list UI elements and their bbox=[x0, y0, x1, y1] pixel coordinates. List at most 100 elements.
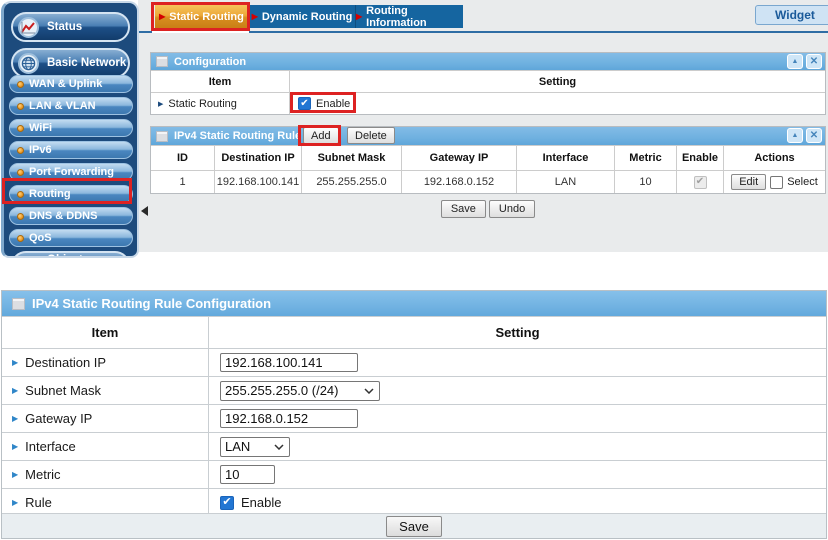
panel-close-button[interactable]: ✕ bbox=[806, 54, 822, 69]
orange-dot-icon bbox=[17, 103, 24, 110]
active-tab-underline bbox=[152, 28, 249, 34]
red-arrow-icon: ▶ bbox=[159, 13, 165, 21]
table-row-interface: ▶ Interface LAN bbox=[2, 432, 826, 460]
sidebar-item-port-forwarding[interactable]: Port Forwarding bbox=[9, 163, 133, 181]
router-admin-window: ▶ Static Routing ▶ Dynamic Routing ▶ Rou… bbox=[0, 0, 828, 258]
cell-gateway-ip: 192.168.0.152 bbox=[401, 171, 516, 193]
sidebar-item-label: IPv6 bbox=[29, 144, 52, 156]
sidebar-item-label: WAN & Uplink bbox=[29, 78, 102, 90]
undo-button[interactable]: Undo bbox=[489, 200, 535, 218]
enable-label: Enable bbox=[241, 495, 281, 510]
row-label: Destination IP bbox=[25, 355, 106, 370]
tab-static-routing[interactable]: ▶ Static Routing bbox=[155, 5, 248, 28]
panel-title: IPv4 Static Routing Rule List bbox=[174, 130, 324, 142]
orange-dot-icon bbox=[17, 125, 24, 132]
sidebar-item-label: WiFi bbox=[29, 122, 52, 134]
rule-enable-checkbox[interactable]: ✔ bbox=[220, 496, 234, 510]
table-row-rule: ▶ Rule ✔ Enable bbox=[2, 488, 826, 516]
column-header: Subnet Mask bbox=[301, 146, 401, 170]
sidebar-item-status[interactable]: Status bbox=[11, 12, 130, 42]
metric-input[interactable] bbox=[220, 465, 275, 484]
blue-arrow-icon: ▶ bbox=[158, 100, 163, 108]
save-button[interactable]: Save bbox=[441, 200, 486, 218]
orange-dot-icon bbox=[17, 147, 24, 154]
column-header: Metric bbox=[614, 146, 676, 170]
sidebar-item-label: Basic Network bbox=[47, 57, 126, 69]
sidebar-item-lan-vlan[interactable]: LAN & VLAN bbox=[9, 97, 133, 115]
cell-destination-ip: 192.168.100.141 bbox=[214, 171, 301, 193]
globe-icon bbox=[18, 53, 39, 74]
window-icon bbox=[13, 299, 24, 309]
sidebar-item-wan-uplink[interactable]: WAN & Uplink bbox=[9, 75, 133, 93]
panel-close-button[interactable]: ✕ bbox=[806, 128, 822, 143]
row-label: Subnet Mask bbox=[25, 383, 101, 398]
selected-value: LAN bbox=[225, 439, 250, 454]
row-label: Rule bbox=[25, 495, 52, 510]
row-label: Metric bbox=[25, 467, 60, 482]
rule-list-panel: IPv4 Static Routing Rule List Add Delete… bbox=[150, 126, 826, 194]
red-arrow-icon: ▶ bbox=[252, 13, 258, 21]
cell-id: 1 bbox=[151, 171, 214, 193]
sidebar-item-object-definition[interactable]: Object Definition bbox=[11, 251, 130, 258]
rule-enabled-checkbox: ✔ bbox=[694, 176, 707, 189]
sidebar-item-wifi[interactable]: WiFi bbox=[9, 119, 133, 137]
blue-arrow-icon: ▶ bbox=[12, 442, 18, 451]
chevron-down-icon bbox=[274, 444, 284, 450]
panel-collapse-button[interactable]: ▲ bbox=[787, 128, 803, 143]
panel-collapse-button[interactable]: ▲ bbox=[787, 54, 803, 69]
column-header: Destination IP bbox=[214, 146, 301, 170]
edit-button[interactable]: Edit bbox=[731, 174, 766, 190]
save-button[interactable]: Save bbox=[386, 516, 442, 537]
column-header-setting: Setting bbox=[208, 317, 826, 348]
add-button[interactable]: Add bbox=[303, 127, 339, 144]
row-label: Gateway IP bbox=[25, 411, 92, 426]
table-row: ▶ Static Routing ✔ Enable bbox=[151, 92, 825, 114]
rule-list-panel-header: IPv4 Static Routing Rule List Add Delete… bbox=[151, 127, 825, 145]
destination-ip-input[interactable] bbox=[220, 353, 358, 372]
folder-icon bbox=[18, 256, 39, 259]
sidebar-item-ipv6[interactable]: IPv6 bbox=[9, 141, 133, 159]
configuration-panel-header: Configuration ▲ ✕ bbox=[151, 53, 825, 70]
column-header-item: Item bbox=[2, 317, 208, 348]
sidebar-collapse-arrow[interactable] bbox=[141, 206, 148, 216]
column-header: ID bbox=[151, 146, 214, 170]
column-header-item: Item bbox=[151, 71, 289, 92]
sidebar-item-label: Port Forwarding bbox=[29, 166, 114, 178]
enable-label: Enable bbox=[316, 98, 350, 110]
tab-routing-information[interactable]: ▶ Routing Information bbox=[355, 5, 463, 28]
selected-value: 255.255.255.0 (/24) bbox=[225, 383, 338, 398]
row-label: Static Routing bbox=[168, 98, 236, 110]
select-checkbox[interactable] bbox=[770, 176, 783, 189]
sidebar-item-label: LAN & VLAN bbox=[29, 100, 96, 112]
cell-interface: LAN bbox=[516, 171, 614, 193]
sidebar-item-label: QoS bbox=[29, 232, 52, 244]
sidebar-item-label: Routing bbox=[29, 188, 71, 200]
tab-dynamic-routing[interactable]: ▶ Dynamic Routing bbox=[248, 5, 355, 28]
cell-metric: 10 bbox=[614, 171, 676, 193]
sidebar-item-label: DNS & DDNS bbox=[29, 210, 97, 222]
static-routing-enable-checkbox[interactable]: ✔ bbox=[298, 97, 311, 110]
orange-dot-icon bbox=[17, 235, 24, 242]
select-label: Select bbox=[787, 176, 818, 188]
sidebar-item-routing[interactable]: Routing bbox=[9, 185, 133, 203]
delete-button[interactable]: Delete bbox=[347, 127, 395, 144]
rule-configuration-panel: IPv4 Static Routing Rule Configuration I… bbox=[1, 290, 827, 539]
interface-select[interactable]: LAN bbox=[220, 437, 290, 457]
column-header: Gateway IP bbox=[401, 146, 516, 170]
window-icon bbox=[157, 57, 167, 66]
sidebar-item-dns-ddns[interactable]: DNS & DDNS bbox=[9, 207, 133, 225]
column-header: Interface bbox=[516, 146, 614, 170]
column-header: Actions bbox=[723, 146, 825, 170]
tab-label: Static Routing bbox=[169, 11, 244, 23]
subnet-mask-select[interactable]: 255.255.255.0 (/24) bbox=[220, 381, 380, 401]
cell-subnet-mask: 255.255.255.0 bbox=[301, 171, 401, 193]
red-arrow-icon: ▶ bbox=[356, 13, 362, 21]
widget-button[interactable]: Widget bbox=[755, 5, 828, 25]
orange-dot-icon bbox=[17, 213, 24, 220]
sidebar-item-qos[interactable]: QoS bbox=[9, 229, 133, 247]
blue-arrow-icon: ▶ bbox=[12, 414, 18, 423]
row-label: Interface bbox=[25, 439, 76, 454]
gateway-ip-input[interactable] bbox=[220, 409, 358, 428]
table-header-row: Item Setting bbox=[2, 316, 826, 348]
sidebar-item-basic-network[interactable]: Basic Network bbox=[11, 48, 130, 78]
